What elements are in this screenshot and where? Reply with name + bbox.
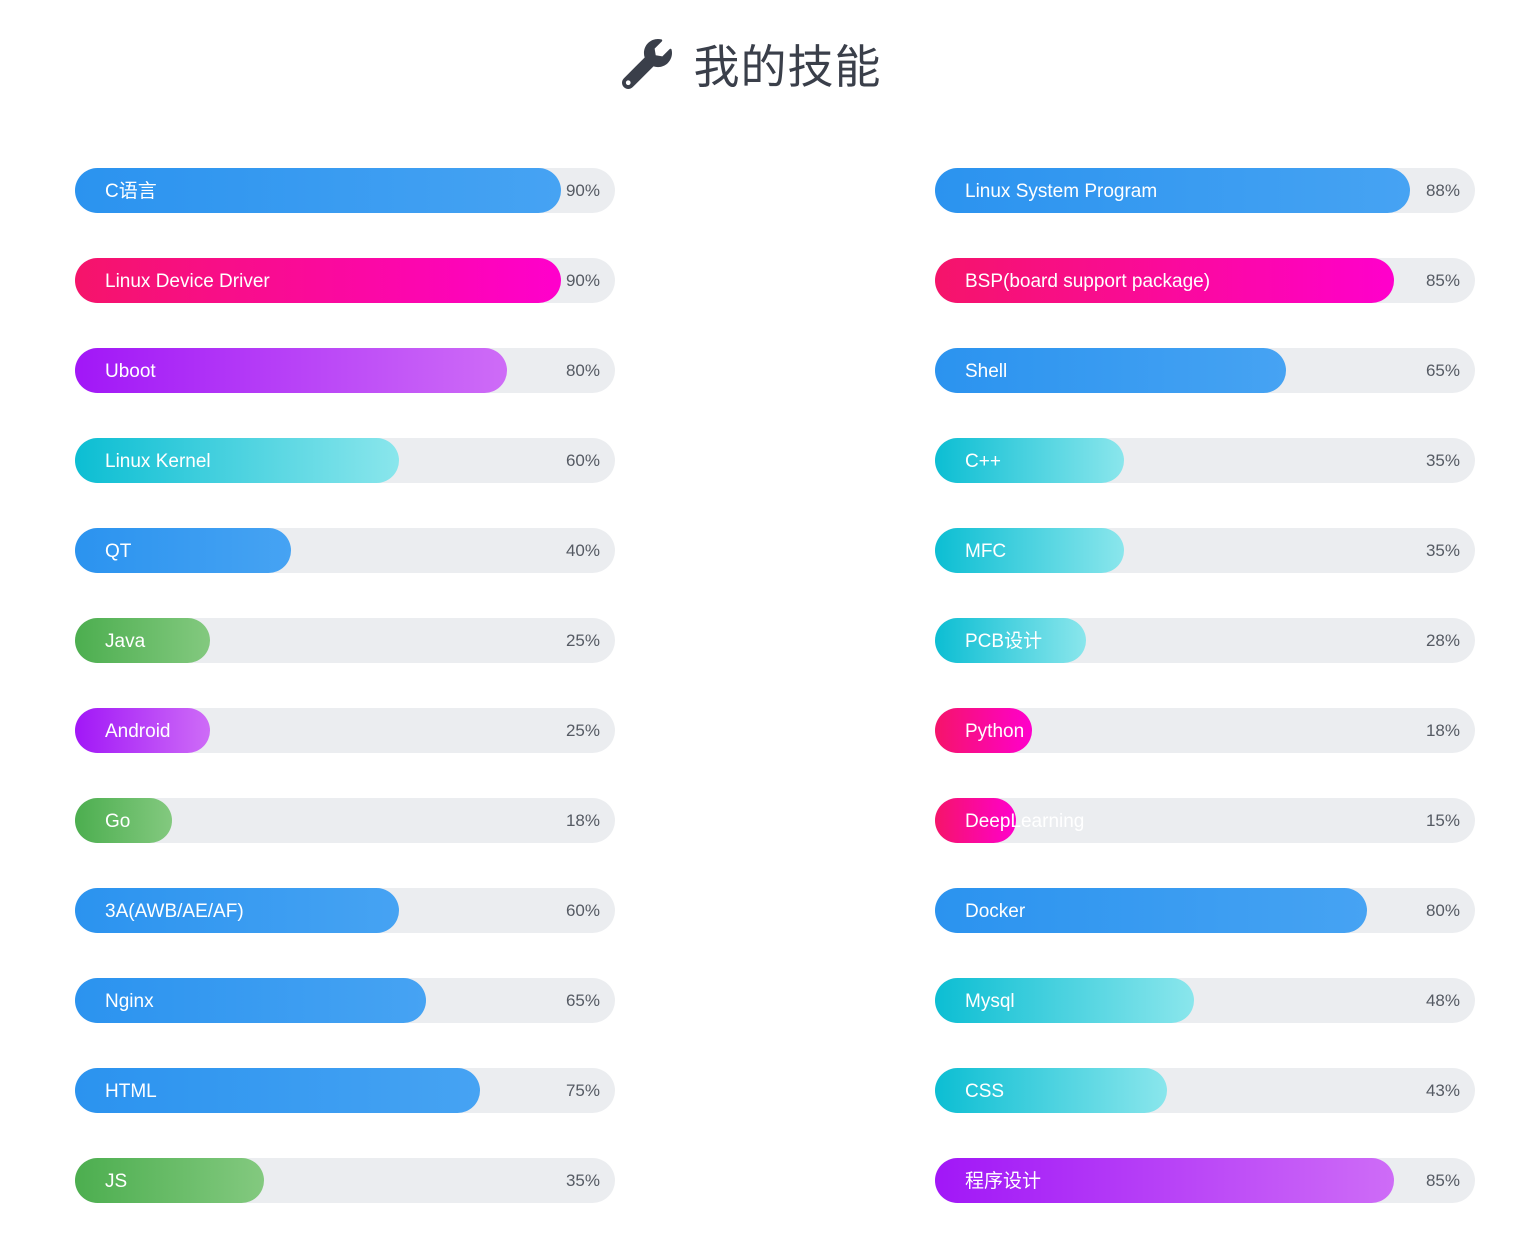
skill-percent: 28% <box>1425 631 1460 650</box>
skill-fill <box>75 1158 264 1203</box>
skill-percent: 65% <box>565 991 600 1010</box>
skill-bar: Python 18% <box>935 708 1475 753</box>
skill-percent: 35% <box>1425 451 1460 470</box>
skills-column-right: Linux System Program 88% BSP(board suppo… <box>935 168 1475 1248</box>
skill-label: Mysql <box>965 991 1015 1012</box>
skill-bar: 3A(AWB/AE/AF) 60% <box>75 888 615 933</box>
page-title: 我的技能 <box>693 40 882 94</box>
skill-bar: Java 25% <box>75 618 615 663</box>
skill-label: C语言 <box>105 181 157 202</box>
skill-percent: 80% <box>565 361 600 380</box>
skill-bar: Nginx 65% <box>75 978 615 1023</box>
wrench-icon <box>621 39 672 89</box>
skill-bar: MFC 35% <box>935 528 1475 573</box>
skill-percent: 25% <box>565 721 600 740</box>
skill-bar: HTML 75% <box>75 1068 615 1113</box>
skill-fill <box>935 438 1124 483</box>
skill-bar: Docker 80% <box>935 888 1475 933</box>
skill-label: Nginx <box>105 991 154 1012</box>
skill-label: PCB设计 <box>965 631 1043 652</box>
skill-bar: JS 35% <box>75 1158 615 1203</box>
skill-label: Uboot <box>105 361 156 382</box>
skill-bar: Uboot 80% <box>75 348 615 393</box>
skill-label: Linux System Program <box>965 181 1158 202</box>
skill-percent: 25% <box>565 631 600 650</box>
skills-column-left: C语言 90% Linux Device Driver 90% Uboot 80… <box>75 168 615 1248</box>
skill-bar: Linux System Program 88% <box>935 168 1475 213</box>
skill-label: JS <box>105 1171 128 1192</box>
skill-bar: PCB设计 28% <box>935 618 1475 663</box>
skill-percent: 85% <box>1425 1171 1460 1190</box>
skill-label: 程序设计 <box>965 1171 1042 1192</box>
skill-percent: 65% <box>1425 361 1460 380</box>
skill-percent: 88% <box>1425 181 1460 200</box>
skill-bar: DeepLearning 15% <box>935 798 1475 843</box>
skill-label: Linux Kernel <box>105 451 211 472</box>
skill-percent: 35% <box>1425 541 1460 560</box>
skill-fill <box>935 528 1124 573</box>
skill-bar: Shell 65% <box>935 348 1475 393</box>
skill-bar: C语言 90% <box>75 168 615 213</box>
skill-label: MFC <box>965 541 1007 562</box>
skill-label: QT <box>105 541 132 562</box>
skill-percent: 85% <box>1425 271 1460 290</box>
skill-label: C++ <box>965 451 1001 472</box>
skill-percent: 43% <box>1425 1081 1460 1100</box>
skill-bar: CSS 43% <box>935 1068 1475 1113</box>
skill-label: Python <box>965 721 1025 742</box>
skill-label: Linux Device Driver <box>105 271 270 292</box>
skill-bar: 程序设计 85% <box>935 1158 1475 1203</box>
skill-label: Go <box>105 811 131 832</box>
skill-percent: 48% <box>1425 991 1460 1010</box>
skill-percent: 40% <box>565 541 600 560</box>
skill-label: DeepLearning <box>965 811 1085 832</box>
skill-percent: 18% <box>565 811 600 830</box>
skill-percent: 60% <box>565 451 600 470</box>
skill-label: CSS <box>965 1081 1005 1102</box>
skill-percent: 90% <box>565 181 600 200</box>
skill-bar: BSP(board support package) 85% <box>935 258 1475 303</box>
skill-label: HTML <box>105 1081 157 1102</box>
skill-percent: 60% <box>565 901 600 920</box>
skill-bar: C++ 35% <box>935 438 1475 483</box>
skill-bar: Linux Kernel 60% <box>75 438 615 483</box>
skill-bar: Linux Device Driver 90% <box>75 258 615 303</box>
skill-percent: 75% <box>565 1081 600 1100</box>
skill-label: BSP(board support package) <box>965 271 1211 292</box>
skill-bar: Android 25% <box>75 708 615 753</box>
skill-percent: 90% <box>565 271 600 290</box>
skill-label: Java <box>105 631 146 652</box>
skill-percent: 18% <box>1425 721 1460 740</box>
skill-bar: Go 18% <box>75 798 615 843</box>
page-header: 我的技能 <box>0 32 1523 96</box>
skill-percent: 80% <box>1425 901 1460 920</box>
skill-percent: 15% <box>1425 811 1460 830</box>
skill-label: 3A(AWB/AE/AF) <box>105 901 244 922</box>
skill-percent: 35% <box>565 1171 600 1190</box>
skill-label: Docker <box>965 901 1026 922</box>
skill-label: Android <box>105 721 171 742</box>
skill-label: Shell <box>965 361 1008 382</box>
skill-bar: QT 40% <box>75 528 615 573</box>
skill-bar: Mysql 48% <box>935 978 1475 1023</box>
